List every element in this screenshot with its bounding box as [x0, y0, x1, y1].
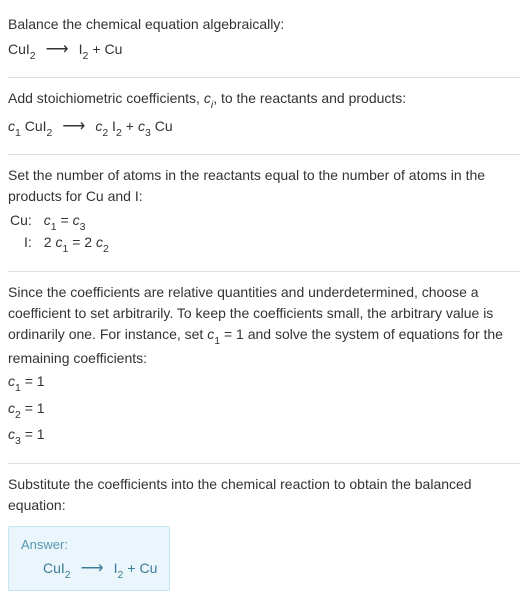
answer-box: Answer: CuI2 ⟶ I2 + Cu [8, 526, 170, 591]
product-cu: Cu [140, 560, 158, 576]
term-c3: c3 Cu [138, 118, 173, 138]
product-i2: I2 [114, 560, 124, 580]
product-i2: I2 [79, 41, 89, 61]
arrow-icon: ⟶ [81, 558, 104, 578]
answer-label: Answer: [21, 537, 157, 552]
label-i: I: [8, 233, 42, 255]
plus: + [127, 560, 135, 576]
atoms-text: Set the number of atoms in the reactants… [8, 165, 520, 207]
reactant-cui2: CuI2 [43, 560, 71, 580]
eq-cu: c1 = c3 [42, 211, 115, 233]
plus: + [126, 118, 134, 134]
intro-text: Balance the chemical equation algebraica… [8, 14, 520, 35]
unbalanced-equation: CuI2 ⟶ I2 + Cu [8, 39, 520, 61]
row-i: I: 2 c1 = 2 c2 [8, 233, 115, 255]
arrow-icon: ⟶ [62, 116, 85, 136]
product-cu: Cu [105, 41, 123, 57]
label-cu: Cu: [8, 211, 42, 233]
section-answer: Substitute the coefficients into the che… [8, 464, 520, 603]
solve-text: Since the coefficients are relative quan… [8, 282, 520, 370]
coeffs-text: Add stoichiometric coefficients, ci, to … [8, 88, 520, 113]
eq-i: 2 c1 = 2 c2 [42, 233, 115, 255]
sol-c2: c2 = 1 [8, 398, 520, 423]
coeff-equation: c1 CuI2 ⟶ c2 I2 + c3 Cu [8, 116, 520, 138]
reactant-cui2: CuI2 [8, 41, 36, 61]
sol-c3: c3 = 1 [8, 424, 520, 449]
plus: + [92, 41, 100, 57]
row-cu: Cu: c1 = c3 [8, 211, 115, 233]
term-c2: c2 I2 [95, 118, 121, 138]
term-c1: c1 CuI2 [8, 118, 52, 138]
section-atoms: Set the number of atoms in the reactants… [8, 155, 520, 272]
atom-equations: Cu: c1 = c3 I: 2 c1 = 2 c2 [8, 211, 115, 255]
arrow-icon: ⟶ [46, 39, 69, 59]
section-coeffs: Add stoichiometric coefficients, ci, to … [8, 78, 520, 155]
answer-text: Substitute the coefficients into the che… [8, 474, 520, 516]
balanced-equation: CuI2 ⟶ I2 + Cu [43, 558, 157, 580]
section-solve: Since the coefficients are relative quan… [8, 272, 520, 464]
sol-c1: c1 = 1 [8, 371, 520, 396]
section-intro: Balance the chemical equation algebraica… [8, 4, 520, 78]
